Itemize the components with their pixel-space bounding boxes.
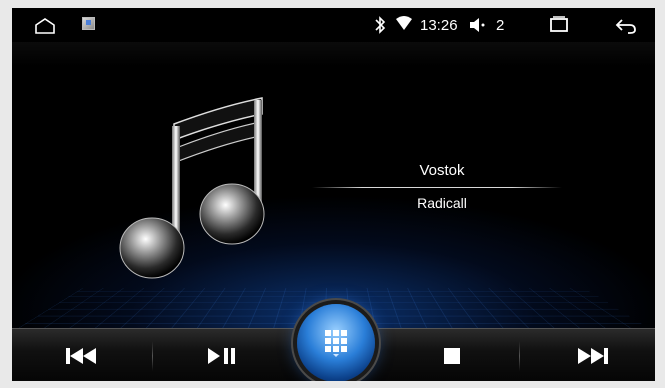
stop-button[interactable] [402,329,502,381]
next-button[interactable] [537,329,647,381]
status-time: 13:26 [420,16,458,34]
app-thumbnail-icon[interactable] [82,17,95,30]
bluetooth-icon [375,16,386,34]
control-separator [519,341,520,371]
previous-icon [66,347,96,364]
back-icon[interactable] [614,8,638,42]
play-pause-button[interactable] [172,329,272,381]
home-icon[interactable] [34,17,56,34]
control-separator [152,341,153,371]
stop-icon [444,347,460,364]
title-divider [312,187,562,188]
volume-icon[interactable] [468,8,486,42]
grid-menu-icon [325,330,347,357]
device-frame: 13:26 2 Vostok Radicall [0,0,665,388]
status-bar: 13:26 2 [12,8,655,42]
menu-button[interactable] [297,304,375,381]
music-note-icon [119,97,265,279]
next-icon [578,347,608,364]
volume-level: 2 [496,16,505,34]
wifi-icon [396,16,412,30]
screen: 13:26 2 Vostok Radicall [12,8,655,381]
track-artist: Radicall [417,195,467,211]
recent-apps-icon[interactable] [549,8,569,42]
track-title: Vostok [419,162,465,179]
previous-button[interactable] [32,329,132,381]
top-gloss [12,42,655,66]
play-pause-icon [208,347,235,364]
player-main: Vostok Radicall [12,42,655,332]
